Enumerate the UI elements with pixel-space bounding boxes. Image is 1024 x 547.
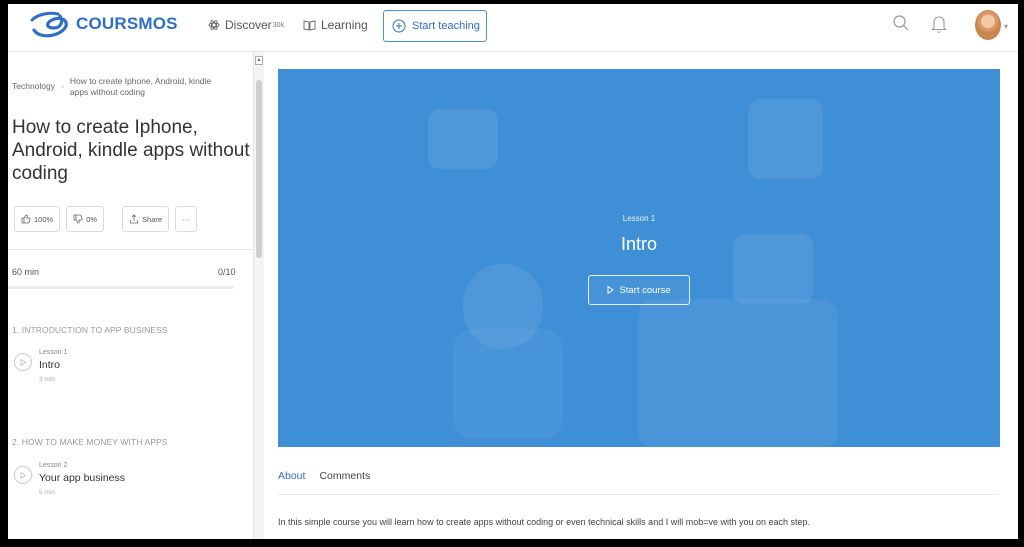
lesson-item[interactable]: Lesson 2 Your app business 5 min — [14, 462, 125, 496]
course-title: How to create Iphone, Android, kindle ap… — [12, 117, 250, 184]
avatar[interactable] — [975, 10, 1001, 40]
plus-circle-icon — [392, 19, 406, 33]
logo-text: COURSMOS — [76, 14, 178, 33]
cloud-app-icon — [428, 109, 498, 169]
phone-image — [638, 299, 838, 447]
logo-mark-icon — [30, 11, 68, 38]
search-icon[interactable] — [892, 14, 910, 32]
reaction-bar: 100% 0% Share ··· — [14, 206, 197, 232]
play-icon[interactable] — [14, 466, 32, 484]
course-duration: 60 min — [12, 267, 40, 277]
hero-title: Intro — [620, 234, 658, 254]
course-description: In this simple course you will learn how… — [278, 517, 811, 527]
like-percent: 100% — [34, 214, 54, 224]
play-icon[interactable] — [14, 353, 32, 371]
book-icon — [303, 19, 316, 31]
atom-icon — [208, 20, 220, 30]
thumbs-up-icon — [21, 214, 31, 224]
lesson-name: Intro — [39, 359, 61, 371]
share-button[interactable]: Share — [122, 206, 170, 232]
thumbs-down-icon — [73, 214, 83, 224]
like-button[interactable]: 100% — [14, 206, 61, 232]
share-label: Share — [142, 214, 163, 224]
start-teaching-button[interactable]: Start teaching — [383, 10, 487, 42]
dislike-button[interactable]: 0% — [66, 206, 105, 232]
hero-lesson-label: Lesson 1 — [622, 214, 656, 223]
sidebar-scrollbar[interactable]: ▴ — [253, 52, 264, 539]
dislike-percent: 0% — [86, 214, 98, 224]
logo[interactable]: COURSMOS — [30, 10, 178, 38]
breadcrumb: Technology › How to create Iphone, Andro… — [12, 76, 220, 98]
lesson-label: Lesson 1 — [39, 349, 68, 356]
bell-icon[interactable] — [931, 14, 947, 34]
divider — [278, 494, 998, 495]
lesson-name: Your app business — [39, 472, 126, 484]
lesson-time: 5 min — [39, 489, 55, 496]
lesson-item[interactable]: Lesson 1 Intro 3 min — [14, 349, 67, 383]
section-title: 1. INTRODUCTION TO APP BUSINESS — [12, 325, 168, 335]
progress-count: 0/10 — [218, 267, 236, 277]
play-icon — [607, 286, 615, 294]
music-app-icon — [748, 99, 823, 179]
content-tabs: About Comments — [278, 470, 370, 482]
nav-discover[interactable]: Discover 30k — [208, 18, 284, 32]
tab-about[interactable]: About — [278, 470, 305, 482]
nav-discover-count: 30k — [272, 21, 284, 29]
breadcrumb-course[interactable]: How to create Iphone, Android, kindle ap… — [70, 76, 220, 98]
lesson-time: 3 min — [39, 376, 55, 383]
nav-learning[interactable]: Learning — [303, 18, 368, 32]
breadcrumb-separator: › — [61, 81, 64, 91]
breadcrumb-category[interactable]: Technology — [12, 81, 55, 91]
lesson-label: Lesson 2 — [39, 462, 68, 469]
scrollbar-thumb[interactable] — [256, 80, 262, 258]
chevron-down-icon[interactable]: ▾ — [1004, 22, 1008, 31]
more-options-button[interactable]: ··· — [175, 206, 197, 232]
start-course-button[interactable]: Start course — [588, 275, 690, 305]
divider — [8, 249, 260, 250]
start-course-label: Start course — [619, 284, 671, 296]
nav-learning-label: Learning — [321, 18, 368, 32]
tab-comments[interactable]: Comments — [319, 470, 370, 482]
scroll-up-icon[interactable]: ▴ — [255, 56, 263, 65]
watch-image — [453, 329, 563, 439]
start-teaching-label: Start teaching — [412, 20, 480, 32]
section-title: 2. HOW TO MAKE MONEY WITH APPS — [12, 437, 168, 447]
course-hero: Lesson 1 Intro Start course — [278, 69, 1000, 447]
share-icon — [130, 214, 138, 224]
top-header: COURSMOS Discover 30k Learning Start tea… — [8, 4, 1018, 52]
more-options-icon: ··· — [182, 214, 190, 224]
course-sidebar: Technology › How to create Iphone, Andro… — [8, 52, 264, 539]
app-window: COURSMOS Discover 30k Learning Start tea… — [8, 4, 1018, 539]
nav-discover-label: Discover — [225, 18, 272, 32]
progress-bar — [8, 286, 234, 289]
